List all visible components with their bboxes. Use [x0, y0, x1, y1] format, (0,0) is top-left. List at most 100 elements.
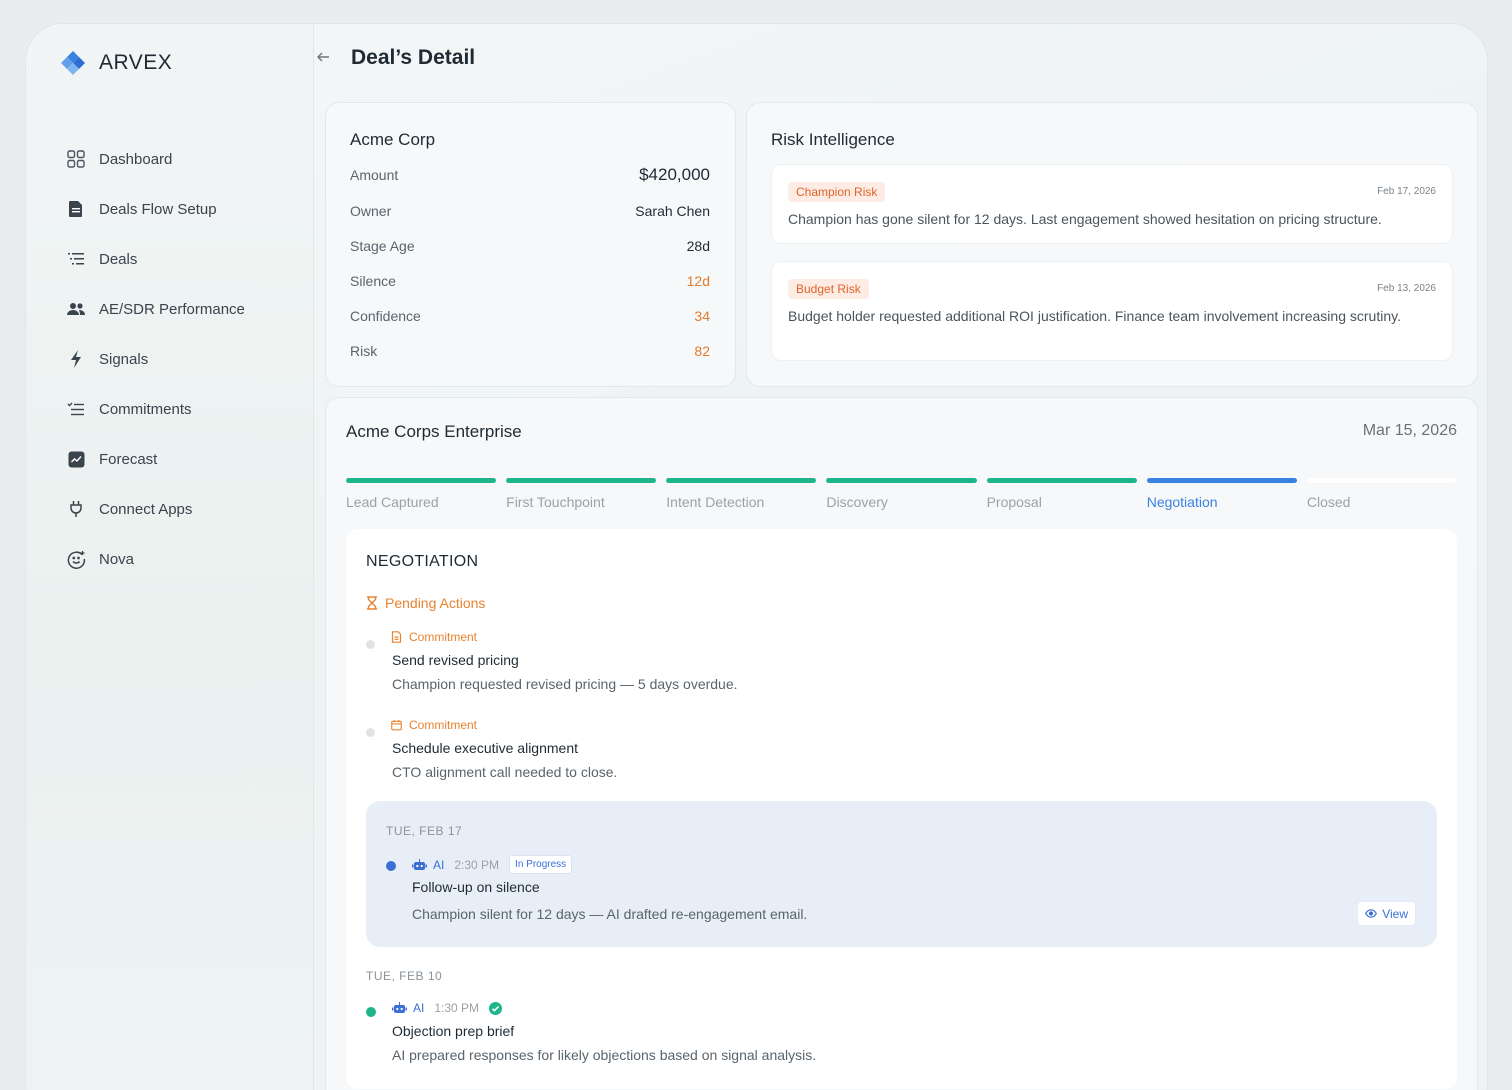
risk-text: Champion has gone silent for 12 days. La… [788, 211, 1382, 227]
stage-closed[interactable]: Closed [1306, 478, 1457, 510]
deal-row-label: Silence [350, 273, 396, 289]
pending-actions-header: Pending Actions [366, 595, 485, 611]
sidebar-item-label: Nova [99, 550, 135, 568]
stage-discovery[interactable]: Discovery [826, 478, 977, 510]
deal-row-label: Amount [350, 167, 399, 183]
status-dot [366, 1007, 376, 1017]
deal-row-label: Risk [350, 343, 378, 359]
deal-row-value: Sarah Chen [635, 203, 710, 219]
risk-date: Feb 17, 2026 [1377, 186, 1436, 197]
sidebar-item-label: Deals [99, 250, 138, 268]
timeline-day: TUE, FEB 17 [386, 824, 463, 838]
view-button[interactable]: View [1357, 901, 1416, 926]
stage-bar [986, 478, 1137, 483]
action-desc: Champion requested revised pricing — 5 d… [392, 676, 738, 692]
sidebar-item-nova[interactable]: Nova [66, 534, 245, 584]
sidebar-item-label: Dashboard [99, 150, 173, 168]
app-name: ARVEX [99, 51, 173, 74]
stage-proposal[interactable]: Proposal [986, 478, 1137, 510]
sidebar-item-ae-sdr-performance[interactable]: AE/SDR Performance [66, 284, 245, 334]
timeline-desc: AI prepared responses for likely objecti… [392, 1047, 817, 1063]
deal-row-amount: Amount $420,000 [350, 165, 710, 185]
pipeline-card: Acme Corps Enterprise Mar 15, 2026 Lead … [325, 397, 1478, 1090]
risk-item[interactable]: Budget Risk Feb 13, 2026 Budget holder r… [771, 261, 1453, 361]
sidebar-item-commitments[interactable]: Commitments [66, 384, 245, 434]
status-dot [366, 640, 375, 649]
calendar-icon [391, 719, 402, 731]
chart-icon [66, 449, 86, 469]
timeline-day: TUE, FEB 10 [366, 969, 443, 983]
deal-row-value: 34 [694, 308, 710, 324]
deal-row-silence: Silence 12d [350, 273, 710, 289]
deal-row-label: Confidence [350, 308, 421, 324]
stage-bar [1146, 478, 1297, 483]
main-content: Deal’s Detail Acme Corp Amount $420,000 … [315, 24, 1487, 1090]
stage-label: Lead Captured [346, 494, 439, 510]
deal-row-confidence: Confidence 34 [350, 308, 710, 324]
robot-icon [412, 858, 427, 870]
risk-item[interactable]: Champion Risk Feb 17, 2026 Champion has … [771, 164, 1453, 244]
stage-negotiation[interactable]: Negotiation [1146, 478, 1297, 510]
stage-bar [666, 478, 817, 483]
sidebar-item-forecast[interactable]: Forecast [66, 434, 245, 484]
sidebar-item-label: Signals [99, 350, 149, 368]
status-dot [386, 861, 396, 871]
sidebar-item-connect-apps[interactable]: Connect Apps [66, 484, 245, 534]
action-title: Schedule executive alignment [392, 740, 579, 756]
sidebar-item-label: Connect Apps [99, 500, 193, 518]
view-button-label: View [1382, 906, 1408, 921]
stage-label: Discovery [826, 494, 888, 510]
plug-icon [66, 499, 86, 519]
stage-label: Negotiation [1146, 494, 1218, 510]
status-dot [366, 728, 375, 737]
stage-label: First Touchpoint [506, 494, 605, 510]
deal-row-value: $420,000 [639, 165, 710, 184]
app-window: ARVEX Dashboard Deals Flow Setup Deals A… [25, 23, 1488, 1090]
stage-label: Proposal [986, 494, 1042, 510]
stage-bar [346, 478, 497, 483]
deal-row-stage-age: Stage Age 28d [350, 238, 710, 254]
timeline-source: AI [433, 857, 445, 872]
stage-label: Intent Detection [666, 494, 765, 510]
stage-label: Closed [1306, 494, 1351, 510]
sidebar-item-signals[interactable]: Signals [66, 334, 245, 384]
timeline-source: AI [413, 1001, 425, 1015]
back-arrow-icon[interactable] [315, 49, 331, 65]
action-tag-label: Commitment [409, 630, 478, 644]
stage-progress: Lead Captured First Touchpoint Intent De… [346, 478, 1457, 510]
deal-row-label: Stage Age [350, 238, 415, 254]
risk-badge: Champion Risk [788, 182, 886, 202]
sidebar-item-label: AE/SDR Performance [99, 300, 245, 318]
timeline-title: Objection prep brief [392, 1023, 515, 1039]
sidebar-item-deals[interactable]: Deals [66, 234, 245, 284]
negotiation-title: NEGOTIATION [366, 553, 479, 570]
risk-date: Feb 13, 2026 [1377, 283, 1436, 294]
check-circle-icon [489, 1001, 503, 1015]
timeline-time: 2:30 PM [454, 857, 500, 872]
deal-row-value: 82 [694, 343, 710, 359]
robot-icon [392, 1002, 407, 1013]
sidebar: ARVEX Dashboard Deals Flow Setup Deals A… [26, 24, 314, 1090]
stage-first-touchpoint[interactable]: First Touchpoint [506, 478, 657, 510]
timeline-entry-highlighted: TUE, FEB 17 AI 2:30 PM In Progress Follo… [366, 801, 1437, 947]
hourglass-icon [367, 596, 377, 610]
arvex-logo-icon [61, 51, 85, 75]
sidebar-item-dashboard[interactable]: Dashboard [66, 134, 245, 184]
smiley-icon [66, 549, 86, 569]
risk-text: Budget holder requested additional ROI j… [788, 308, 1401, 324]
stage-lead-captured[interactable]: Lead Captured [346, 478, 497, 510]
stage-intent-detection[interactable]: Intent Detection [666, 478, 817, 510]
action-tag-label: Commitment [409, 718, 478, 732]
deal-row-risk: Risk 82 [350, 343, 710, 359]
action-tag: Commitment [391, 718, 477, 732]
people-icon [66, 299, 86, 319]
timeline-meta: AI 2:30 PM In Progress [412, 855, 573, 874]
sidebar-item-deals-flow-setup[interactable]: Deals Flow Setup [66, 184, 245, 234]
deal-row-value: 12d [686, 273, 710, 289]
document-icon [391, 631, 402, 643]
deal-row-owner: Owner Sarah Chen [350, 203, 710, 219]
page-title: Deal’s Detail [351, 46, 476, 69]
list-icon [66, 249, 86, 269]
action-tag: Commitment [391, 630, 477, 644]
logo[interactable]: ARVEX [60, 50, 172, 76]
